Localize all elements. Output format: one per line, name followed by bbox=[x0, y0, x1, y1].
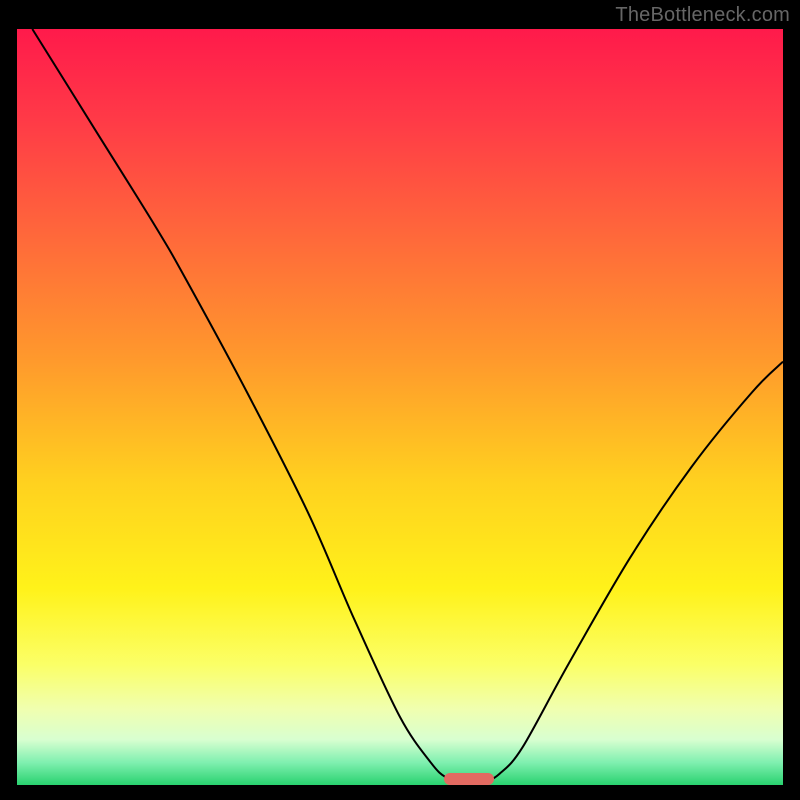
plot-area bbox=[17, 29, 783, 785]
attribution-text: TheBottleneck.com bbox=[615, 4, 790, 27]
chart-svg bbox=[17, 29, 783, 785]
optimal-marker bbox=[444, 773, 494, 785]
stage: TheBottleneck.com bbox=[0, 0, 800, 800]
gradient-background bbox=[17, 29, 783, 785]
chart-frame bbox=[17, 29, 783, 785]
